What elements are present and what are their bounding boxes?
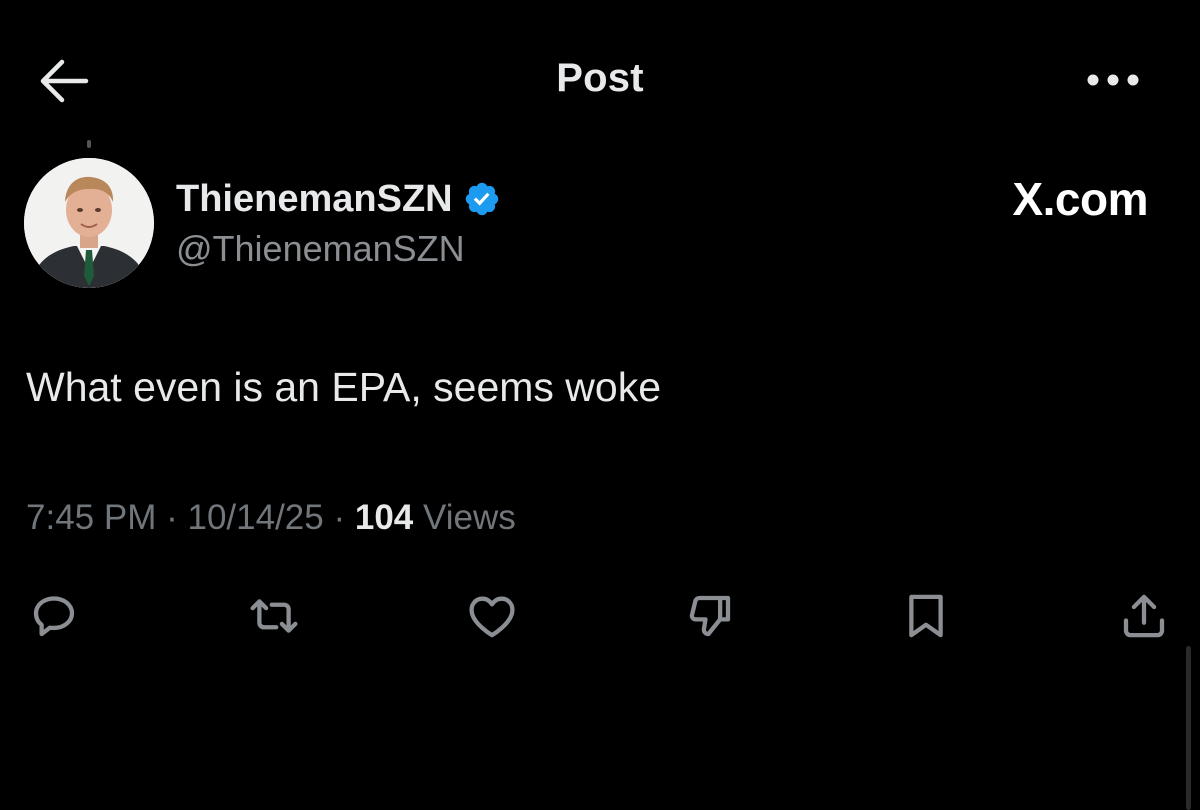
avatar[interactable] bbox=[24, 158, 154, 288]
views-label: Views bbox=[423, 498, 516, 537]
post-time[interactable]: 7:45 PM bbox=[26, 498, 156, 537]
dislike-button[interactable] bbox=[680, 586, 740, 646]
repost-button[interactable] bbox=[244, 586, 304, 646]
meta-separator: · bbox=[166, 498, 178, 537]
thumbs-down-icon bbox=[689, 595, 731, 637]
meta-separator: · bbox=[333, 498, 346, 537]
action-bar bbox=[0, 586, 1200, 646]
more-horizontal-icon bbox=[1087, 74, 1139, 86]
post-metadata: 7:45 PM · 10/14/25 · 104 Views bbox=[26, 498, 516, 538]
repost-icon bbox=[250, 599, 298, 633]
thread-connector bbox=[87, 140, 91, 148]
more-options-button[interactable] bbox=[1086, 68, 1140, 92]
heart-icon bbox=[469, 596, 515, 638]
bookmark-button[interactable] bbox=[896, 586, 956, 646]
reply-button[interactable] bbox=[24, 586, 84, 646]
share-icon bbox=[1123, 594, 1165, 638]
author-display-name[interactable]: ThienemanSZN bbox=[176, 178, 453, 221]
page-title: Post bbox=[556, 56, 644, 100]
share-button[interactable] bbox=[1114, 586, 1174, 646]
verified-badge-icon[interactable] bbox=[463, 180, 501, 218]
author-name-row[interactable]: ThienemanSZN bbox=[176, 176, 501, 222]
top-bar: Post bbox=[0, 0, 1200, 160]
profile-photo bbox=[24, 158, 154, 288]
like-button[interactable] bbox=[462, 586, 522, 646]
author-handle[interactable]: @ThienemanSZN bbox=[176, 228, 465, 270]
bookmark-icon bbox=[909, 594, 943, 638]
post-date[interactable]: 10/14/25 bbox=[187, 498, 323, 537]
scrollbar[interactable] bbox=[1186, 646, 1191, 810]
reply-icon bbox=[33, 596, 75, 637]
views-count[interactable]: 104 bbox=[355, 498, 413, 537]
brand-watermark: X.com bbox=[1012, 173, 1148, 225]
post-text: What even is an EPA, seems woke bbox=[26, 364, 662, 410]
